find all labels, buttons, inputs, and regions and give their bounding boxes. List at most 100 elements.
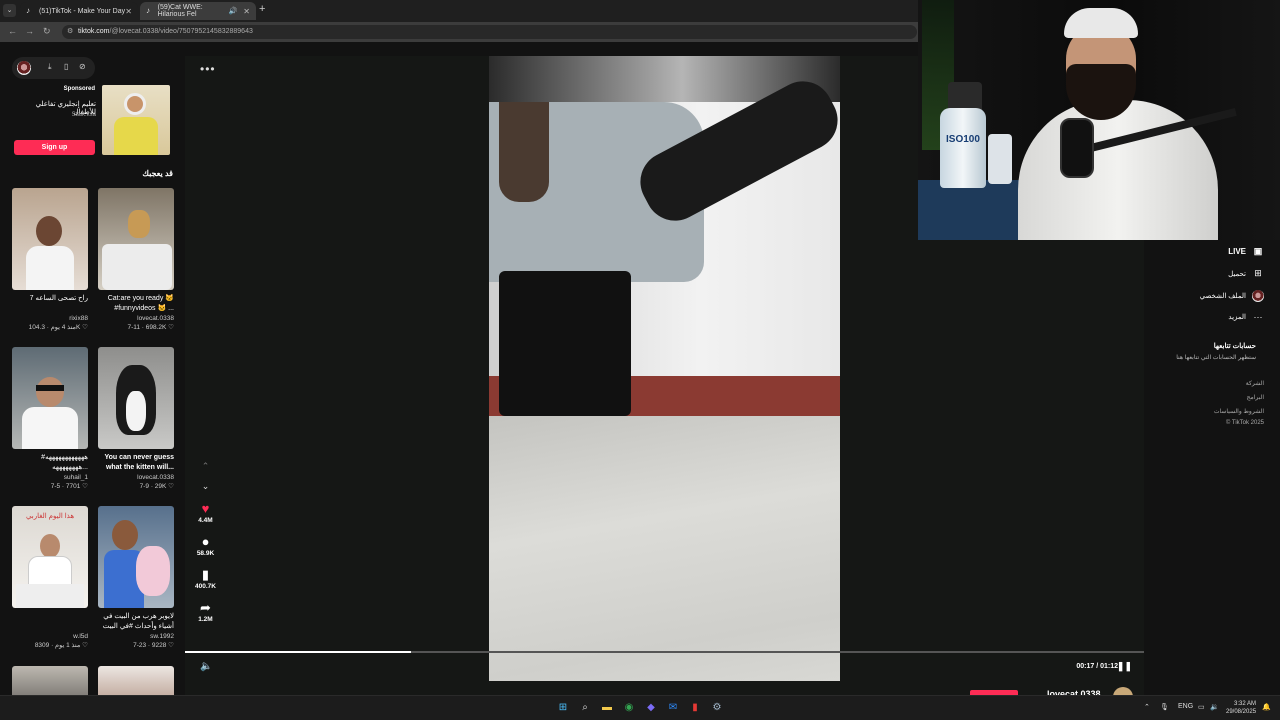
following-title: حسابات تتابعها (1213, 343, 1256, 350)
card-author[interactable]: lovecat.0338 (98, 315, 174, 322)
webcam-overlay: ISO100 (918, 0, 1280, 240)
thumb-plush (136, 546, 170, 596)
compass-icon[interactable]: ⊘ (79, 62, 86, 71)
volume-icon[interactable]: 🔈 (200, 661, 212, 672)
tray-chevron-icon[interactable]: ⌃ (1144, 703, 1150, 711)
video-card[interactable]: #ههههههههههههه ...ههههههههه suhail_1 7-5… (12, 347, 88, 490)
phone-icon[interactable]: ▯ (64, 62, 68, 71)
video-card[interactable]: لايوبر هرب من البيت في أشياء وأحداث #في … (98, 506, 174, 649)
nav-live[interactable]: LIVE ▣ (1228, 246, 1264, 257)
card-meta: 7-23 · 9228 ♡ (133, 642, 174, 649)
video-card[interactable]: You can never guess what the kitten will… (98, 347, 174, 490)
video-thumbnail[interactable] (12, 188, 88, 290)
close-tab-icon[interactable]: ✕ (125, 7, 132, 16)
card-caption[interactable] (12, 612, 88, 632)
thumb-figure-body (22, 407, 78, 449)
ad-thumbnail[interactable] (102, 85, 170, 155)
card-caption[interactable]: You can never guess what the kitten will… (98, 453, 174, 473)
video-thumbnail[interactable] (98, 347, 174, 449)
file-explorer-icon[interactable]: ▬ (600, 701, 614, 715)
discord-icon[interactable]: ◆ (644, 701, 658, 715)
volume-tray-icon[interactable]: 🔉 (1210, 703, 1219, 711)
clock-time: 3:32 AM (1234, 701, 1257, 707)
language-indicator[interactable]: ENG (1178, 703, 1193, 710)
nav-profile[interactable]: الملف الشخصي (1200, 290, 1264, 302)
video-thumbnail[interactable] (98, 666, 174, 695)
browser-tab-2[interactable]: ♪ (59)Cat WWE: Hilarious Fel 🔊 ✕ (140, 2, 256, 20)
new-tab-button[interactable]: + (259, 3, 265, 15)
card-caption[interactable]: راح تصحى الساعه 7 (12, 294, 88, 314)
outlook-icon[interactable]: ✉ (666, 701, 680, 715)
video-frame[interactable] (489, 56, 840, 681)
footer-copyright: © TikTok 2025 (1225, 420, 1264, 426)
address-bar-row: ← → ↻ ⚙ tiktok.com/@lovecat.0338/video/7… (0, 22, 920, 42)
card-author[interactable]: rixix88 (12, 315, 88, 322)
windows-start-icon[interactable]: ⊞ (556, 701, 570, 715)
video-thumbnail[interactable] (12, 347, 88, 449)
url-domain: tiktok.com (78, 28, 110, 35)
thumb-figure (40, 534, 60, 558)
footer-link-programs[interactable]: البرامج (1247, 394, 1264, 401)
card-meta: منذ 1 يوم · 8309 ♡ (34, 642, 88, 649)
chevron-down-icon[interactable]: ⌄ (193, 481, 218, 501)
url-input[interactable]: ⚙ tiktok.com/@lovecat.0338/video/7507952… (62, 25, 917, 39)
microphone-icon[interactable]: 🎙 (1160, 703, 1169, 711)
card-meta: 7-9 · 29K ♡ (139, 483, 174, 490)
search-icon[interactable]: ⌕ (578, 701, 592, 715)
avatar[interactable] (17, 61, 31, 75)
url-path: /@lovecat.0338/video/7507952145832889643 (109, 28, 253, 35)
video-thumbnail[interactable] (98, 506, 174, 608)
nav-more[interactable]: المزيد ··· (1228, 312, 1264, 322)
chevron-up-icon[interactable]: ⌃ (193, 461, 218, 481)
like-count: 4.4M (198, 517, 213, 524)
footer-link-terms[interactable]: الشروط والسياسات (1214, 408, 1264, 415)
card-author[interactable]: suhail_1 (12, 474, 88, 481)
download-icon[interactable]: ⤓ (48, 62, 52, 72)
more-options-button[interactable]: ••• (200, 62, 216, 76)
signup-button[interactable]: Sign up (14, 140, 95, 155)
steam-icon[interactable]: ⚙ (710, 701, 724, 715)
card-author[interactable]: lovecat.0338 (98, 474, 174, 481)
video-thumbnail[interactable]: هذا اليوم الغاربي (12, 506, 88, 608)
footer-link-company[interactable]: الشركة (1246, 380, 1264, 387)
card-caption[interactable]: لايوبر هرب من البيت في أشياء وأحداث #في … (98, 612, 174, 632)
sponsored-label: Sponsored (63, 86, 95, 92)
bookmark-icon[interactable]: ▮ (193, 567, 218, 583)
video-thumbnail[interactable] (12, 666, 88, 695)
comment-icon[interactable]: ● (193, 534, 218, 550)
nav-upload[interactable]: تحميل ⊞ (1228, 268, 1264, 279)
network-icon[interactable]: ▭ (1198, 703, 1205, 711)
webcam-small-bottle (988, 134, 1012, 184)
card-meta: 7-11 · 698.2K ♡ (127, 324, 174, 331)
share-icon[interactable]: ➦ (193, 600, 218, 616)
speaker-icon[interactable]: 🔊 (229, 7, 238, 15)
taskbar-clock[interactable]: 3:32 AM 29/08/2025 (1226, 700, 1256, 716)
progress-bar[interactable] (185, 651, 1144, 653)
video-card[interactable]: Cat:are you ready 🐱 #funnyvideos 🐱 ... l… (98, 188, 174, 331)
section-title: قد يعجبك (142, 169, 173, 178)
card-caption[interactable]: #ههههههههههههه ...ههههههههه (12, 453, 88, 473)
left-sidebar: ⤓ ▯ ⊘ Sponsored تعليم إنجليزي تفاعلي للأ… (0, 42, 185, 695)
site-info-icon[interactable]: ⚙ (67, 25, 73, 39)
reload-icon[interactable]: ↻ (43, 26, 51, 37)
video-thumbnail[interactable] (98, 188, 174, 290)
card-author[interactable]: w.l5d (12, 633, 88, 640)
pause-icon[interactable]: ❚❚ (1117, 661, 1132, 672)
app-icon-red[interactable]: ▮ (688, 701, 702, 715)
ad-handle[interactable]: Stalk.ksa (14, 112, 96, 118)
back-icon[interactable]: ← (8, 26, 17, 36)
video-card[interactable]: راح تصحى الساعه 7 rixix88 منذ 4 يوم · 10… (12, 188, 88, 331)
thumb-banner: هذا اليوم الغاربي (25, 513, 75, 520)
video-card[interactable]: هذا اليوم الغاربي w.l5d منذ 1 يوم · 8309… (12, 506, 88, 649)
action-bar: ⌃ ⌄ ♥ 4.4M ● 58.9K ▮ 400.7K ➦ 1.2M (193, 461, 218, 633)
chrome-icon[interactable]: ◉ (622, 701, 636, 715)
like-icon[interactable]: ♥ (193, 501, 218, 517)
browser-tab-1[interactable]: ♪ (51)TikTok - Make Your Day ✕ (20, 2, 138, 20)
card-author[interactable]: sw.1992 (98, 633, 174, 640)
card-caption[interactable]: Cat:are you ready 🐱 #funnyvideos 🐱 ... (98, 294, 174, 314)
ad-child-head (124, 93, 146, 115)
tab-menu-button[interactable]: ⌄ (3, 4, 16, 17)
notification-icon[interactable]: 🔔 (1262, 703, 1271, 711)
forward-icon[interactable]: → (25, 26, 34, 36)
close-tab-icon[interactable]: ✕ (243, 7, 250, 16)
